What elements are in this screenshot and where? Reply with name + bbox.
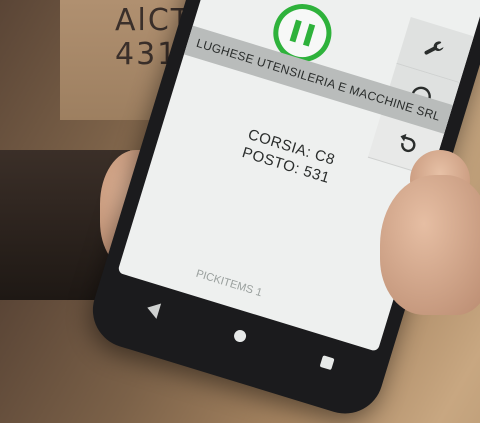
pause-icon-bar-right bbox=[302, 23, 316, 47]
wrench-icon bbox=[424, 41, 444, 55]
right-hand bbox=[380, 175, 480, 315]
location-info: CORSIA: C8 POSTO: 531 bbox=[188, 109, 390, 204]
undo-icon bbox=[400, 133, 416, 153]
recent-apps-icon[interactable] bbox=[319, 355, 335, 371]
home-icon[interactable] bbox=[232, 328, 248, 344]
pause-icon-bar-left bbox=[289, 19, 302, 43]
back-icon[interactable] bbox=[145, 300, 162, 319]
